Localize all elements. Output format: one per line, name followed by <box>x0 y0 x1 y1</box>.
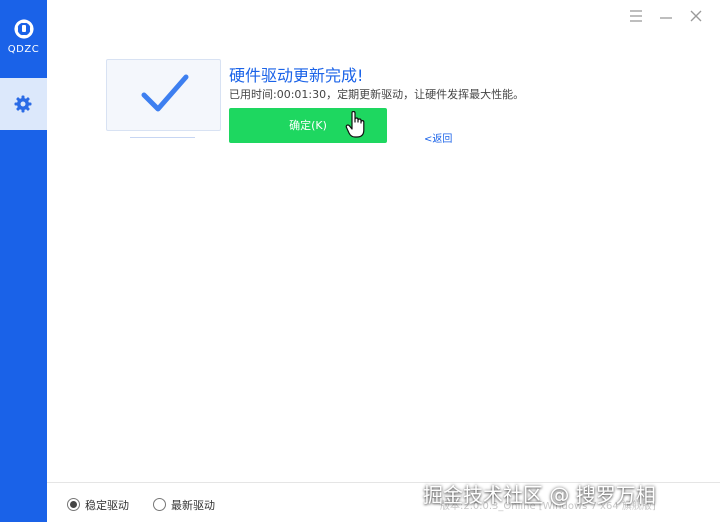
checkmark-icon <box>141 74 189 112</box>
radio-stable-driver[interactable]: 稳定驱动 <box>67 497 129 512</box>
result-title: 硬件驱动更新完成! <box>229 66 364 85</box>
logo-icon <box>14 19 34 39</box>
radio-unselected-icon <box>153 498 166 511</box>
result-subtitle: 已用时间:00:01:30，定期更新驱动，让硬件发挥最大性能。 <box>229 88 525 101</box>
success-illustration <box>106 59 221 131</box>
minimize-icon[interactable] <box>656 6 676 26</box>
menu-icon[interactable] <box>626 6 646 26</box>
radio-selected-icon <box>67 498 80 511</box>
radio-latest-driver[interactable]: 最新驱动 <box>153 497 215 512</box>
back-link[interactable]: <返回 <box>424 130 452 145</box>
window-controls <box>610 6 710 26</box>
sidebar: QDZC <box>0 0 47 522</box>
gear-icon <box>14 95 32 113</box>
sidebar-item-settings[interactable] <box>0 78 47 130</box>
app-logo: QDZC <box>0 0 47 70</box>
illustration-underline <box>130 137 195 138</box>
radio-label: 最新驱动 <box>171 499 215 512</box>
hand-cursor-icon <box>345 111 365 138</box>
logo-text: QDZC <box>7 44 40 55</box>
watermark: 掘金技术社区 @ 搜罗万相 <box>423 483 656 507</box>
radio-label: 稳定驱动 <box>85 499 129 512</box>
close-icon[interactable] <box>686 6 706 26</box>
